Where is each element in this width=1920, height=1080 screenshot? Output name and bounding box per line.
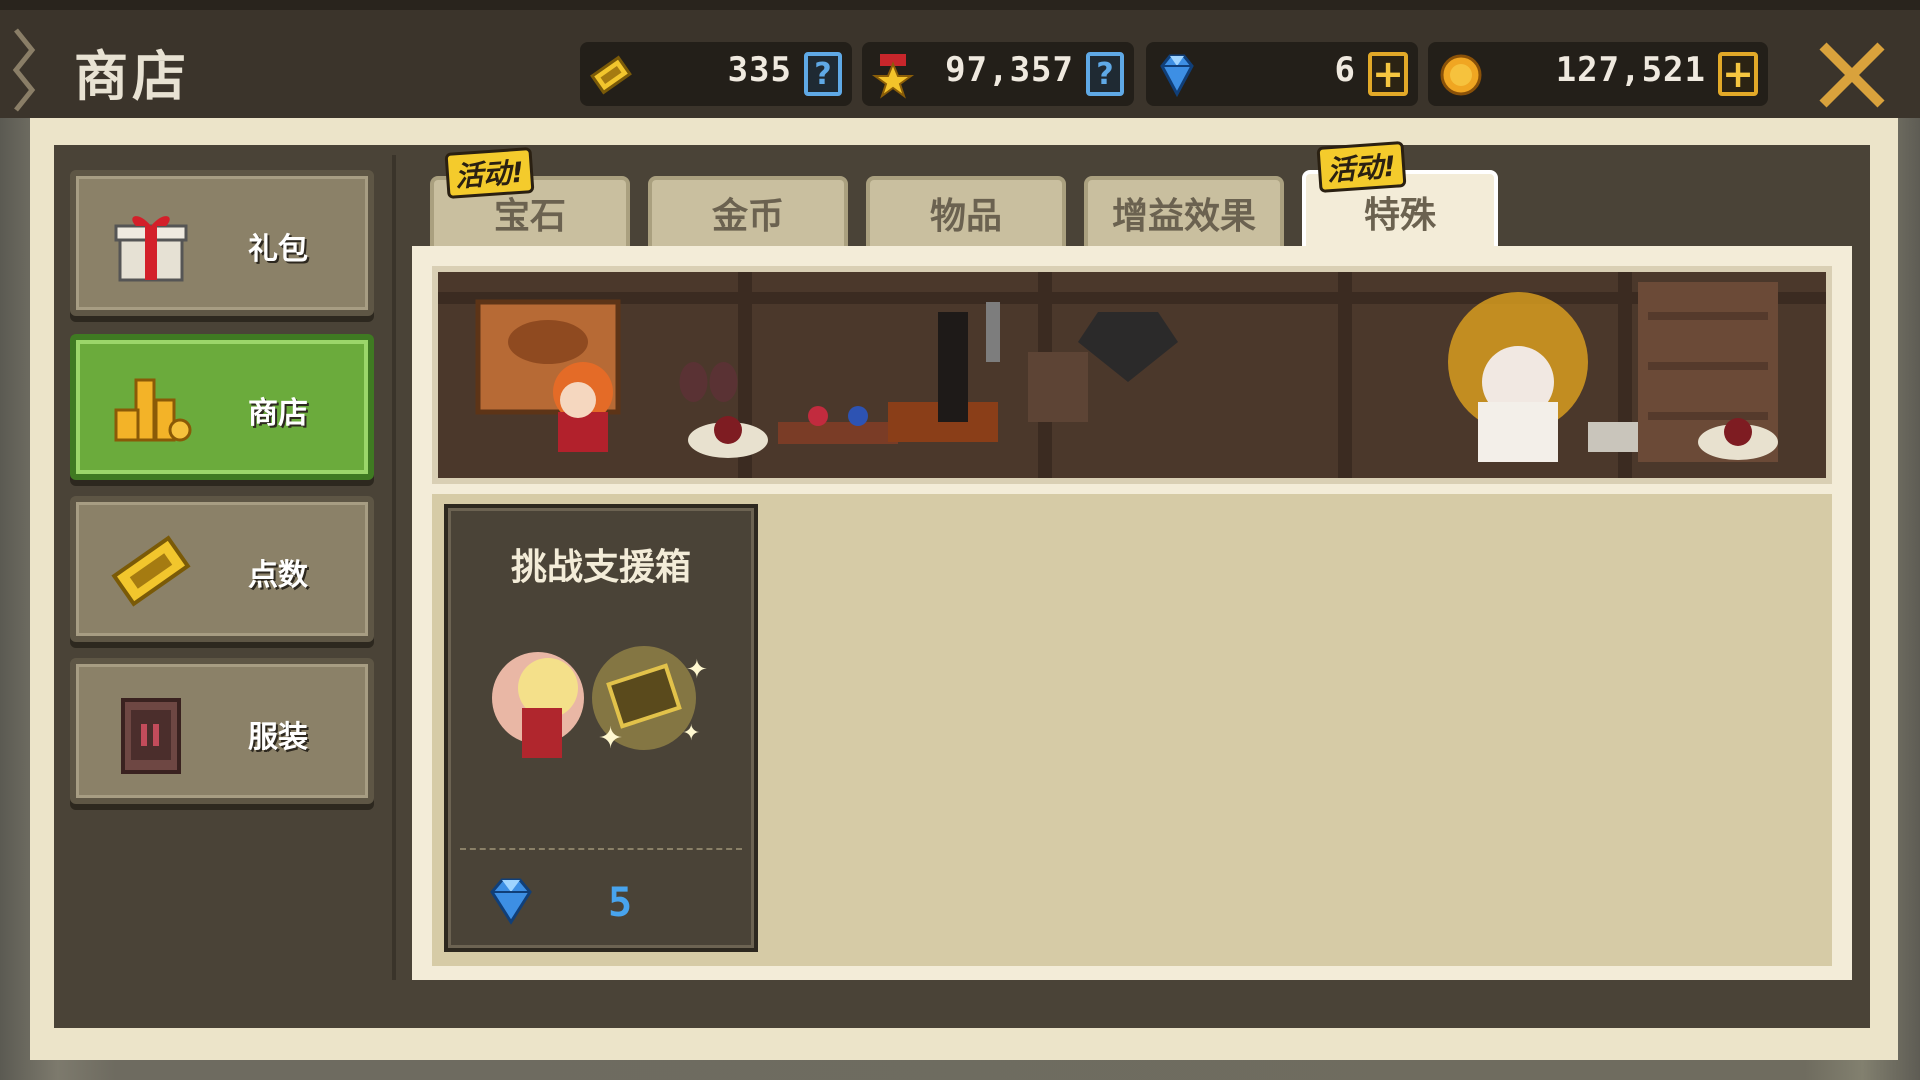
ticket-icon [584,48,638,102]
chevron-decor-icon [12,28,36,112]
sidebar-item-label: 服装 [248,720,308,755]
price-row[interactable]: 5 [448,858,754,948]
gift-icon [106,200,196,290]
tab-gems[interactable]: 活动! 宝石 [430,147,630,246]
sidebar-item-label: 商店 [248,396,308,431]
close-icon [1819,42,1885,108]
gems-value: 6 [1334,50,1356,90]
points-value: 335 [727,50,792,90]
wardrobe-icon [106,688,196,778]
tab-gold[interactable]: 金币 [648,176,848,246]
gem-icon [484,876,538,930]
gold-counter: 127,521 + [1428,42,1768,106]
tab-label: 金币 [711,196,784,237]
close-button[interactable] [1812,38,1892,112]
gold-value: 127,521 [1555,50,1706,90]
panel-bottom [54,980,1870,1028]
support-box-image: ✦ ✦ ✦ [478,608,728,778]
medals-help-button[interactable]: ? [1086,52,1124,96]
tab-label: 增益效果 [1111,196,1256,237]
product-card[interactable]: 挑战支援箱 ✦ ✦ ✦ 5 [444,504,758,952]
event-badge: 活动! [1316,141,1407,193]
medals-value: 97,357 [945,50,1074,90]
page-title: 商店 [74,45,190,108]
gold-stack-icon [106,364,196,454]
sidebar-item-costume[interactable]: 服装 [70,658,374,804]
sidebar-item-gift-pack[interactable]: 礼包 [70,170,374,316]
sidebar-item-shop[interactable]: 商店 [70,334,374,480]
tab-special[interactable]: 活动! 特殊 [1302,141,1498,250]
coin-icon [1434,48,1488,102]
tab-label: 特殊 [1363,195,1436,236]
top-bar: 商店 335 ? 97,357 ? 6 + 127,521 + [0,0,1920,118]
svg-text:✦: ✦ [682,721,700,746]
gold-add-button[interactable]: + [1718,52,1758,96]
shop-banner-image [432,266,1832,484]
sidebar-item-label: 点数 [248,558,308,593]
tab-buffs[interactable]: 增益效果 [1084,176,1284,246]
svg-text:✦: ✦ [598,721,623,756]
tab-items[interactable]: 物品 [866,176,1066,246]
svg-text:✦: ✦ [686,655,708,685]
divider [460,848,742,853]
gems-counter: 6 + [1146,42,1418,106]
sidebar-item-label: 礼包 [248,232,308,267]
gems-add-button[interactable]: + [1368,52,1408,96]
medals-counter: 97,357 ? [862,42,1134,106]
product-name: 挑战支援箱 [510,547,691,588]
points-counter: 335 ? [580,42,852,106]
gem-icon [1150,48,1204,102]
shop-scene-illustration [438,272,1826,478]
tab-label: 物品 [929,196,1002,237]
ticket-icon [106,526,196,616]
sidebar-item-points[interactable]: 点数 [70,496,374,642]
sidebar-divider [392,155,396,980]
event-badge: 活动! [444,147,535,199]
product-price: 5 [608,880,633,926]
medal-icon [866,48,920,102]
points-help-button[interactable]: ? [804,52,842,96]
